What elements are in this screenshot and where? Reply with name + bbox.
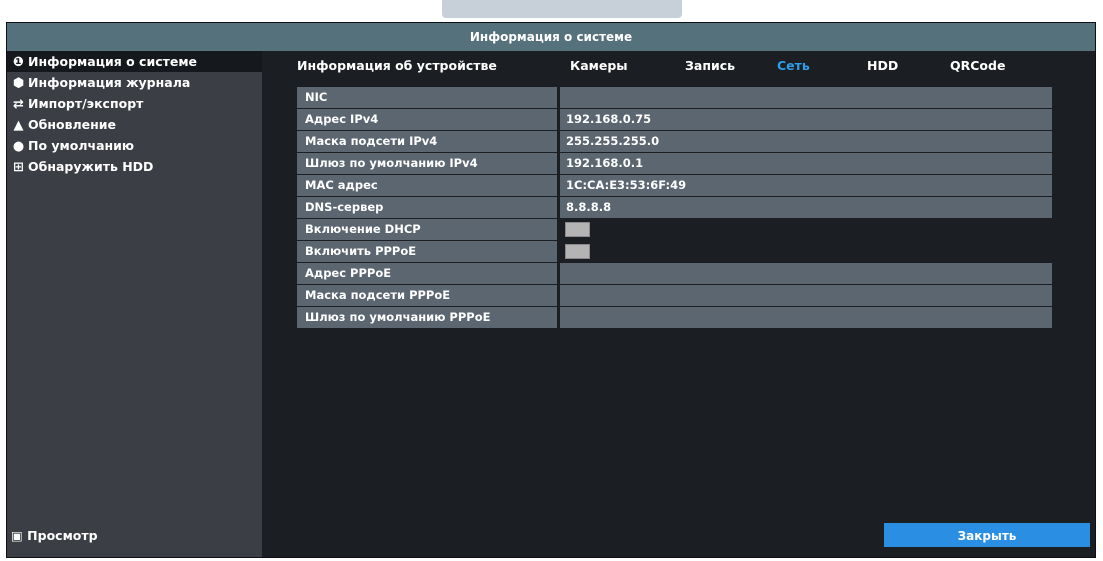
live-view-label: Просмотр [27,528,98,543]
row-value: 255.255.255.0 [560,131,1052,152]
sidebar: ❶ Информация о системе ⬢ Информация журнал… [7,51,262,557]
tab-cameras[interactable]: Камеры [570,58,628,73]
top-fragment [442,0,682,18]
row-label: MAC адрес [297,175,557,196]
info-icon: ❶ [12,55,24,70]
transfer-icon: ⇄ [13,97,24,112]
row-label: Адрес IPv4 [297,109,557,130]
sidebar-item-label: По умолчанию [28,138,135,153]
upgrade-icon: ▲ [13,118,24,133]
sidebar-item-label: Импорт/экспорт [28,96,144,111]
tab-device-info[interactable]: Информация об устройстве [297,58,497,73]
sidebar-item-label: Обновление [28,117,116,132]
main-panel: Информация об устройстве Камеры Запись С… [262,51,1095,557]
row-label: Адрес PPPoE [297,263,557,284]
cube-icon: ⬢ [12,76,25,91]
row-label: Включение DHCP [297,219,557,240]
sidebar-item-default[interactable]: ● По умолчанию [7,135,262,156]
row-label: DNS-сервер [297,197,557,218]
window-title: Информация о системе [7,23,1095,51]
row-label: NIC [297,87,557,108]
row-value [560,263,1052,284]
sidebar-item-upgrade[interactable]: ▲ Обновление [7,114,262,135]
sidebar-item-label: Обнаружить HDD [28,159,154,174]
tab-hdd[interactable]: HDD [867,58,898,73]
row-label: Шлюз по умолчанию PPPoE [297,307,557,328]
hdd-icon: ⊞ [13,160,24,175]
sidebar-item-label: Информация журнала [28,75,191,90]
row-value: 1C:CA:E3:53:6F:49 [560,175,1052,196]
pppoe-checkbox[interactable] [565,244,590,259]
tab-record[interactable]: Запись [685,58,735,73]
tab-bar: Информация об устройстве Камеры Запись С… [262,51,1095,81]
sidebar-item-import-export[interactable]: ⇄ Импорт/экспорт [7,93,262,114]
row-label: Маска подсети PPPoE [297,285,557,306]
row-value: 8.8.8.8 [560,197,1052,218]
row-value [560,87,1052,108]
live-view-button[interactable]: ▣ Просмотр [11,528,98,543]
close-button[interactable]: Закрыть [884,523,1090,547]
tab-qrcode[interactable]: QRCode [950,58,1005,73]
row-value: 192.168.0.75 [560,109,1052,130]
row-label: Шлюз по умолчанию IPv4 [297,153,557,174]
camera-icon: ▣ [11,528,23,543]
sidebar-item-label: Информация о системе [28,54,198,69]
row-value: 192.168.0.1 [560,153,1052,174]
top-strip [0,0,1103,22]
row-label: Включить PPPoE [297,241,557,262]
system-info-window: Информация о системе ❶ Информация о систе… [6,22,1096,558]
row-value [560,285,1052,306]
tab-network[interactable]: Сеть [777,58,810,73]
row-value [560,219,1052,240]
sidebar-item-log-info[interactable]: ⬢ Информация журнала [7,72,262,93]
sidebar-item-system-info[interactable]: ❶ Информация о системе [7,51,262,72]
row-value [560,241,1052,262]
default-icon: ● [12,139,25,154]
row-value [560,307,1052,328]
dhcp-checkbox[interactable] [565,222,590,237]
row-label: Маска подсети IPv4 [297,131,557,152]
sidebar-item-detect-hdd[interactable]: ⊞ Обнаружить HDD [7,156,262,177]
